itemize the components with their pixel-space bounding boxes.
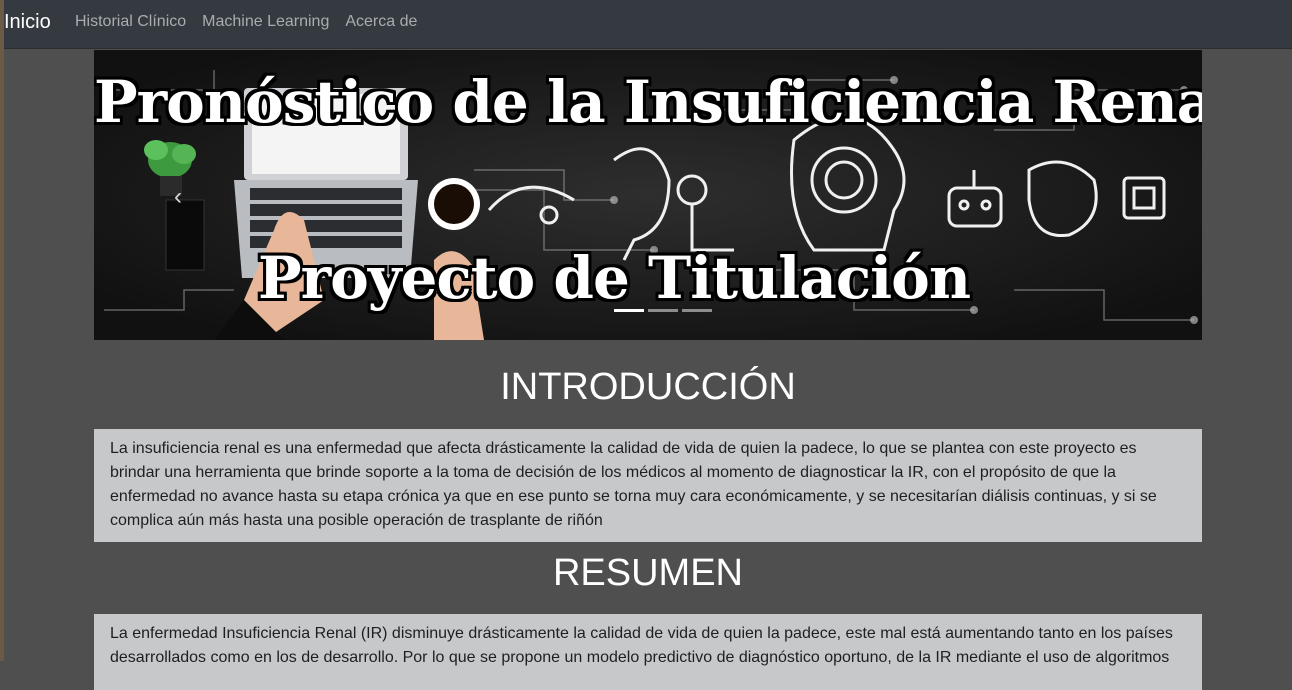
nav-links: Historial Clínico Machine Learning Acerc… xyxy=(75,13,417,31)
window-edge xyxy=(0,0,4,661)
summary-heading: RESUMEN xyxy=(552,552,744,594)
summary-text: La enfermedad Insuficiencia Renal (IR) d… xyxy=(94,614,1202,690)
carousel-indicator-2[interactable] xyxy=(648,309,678,312)
banner-title: Pronóstico de la Insuficiencia Renal xyxy=(94,68,1202,136)
top-navbar: Inicio Historial Clínico Machine Learnin… xyxy=(4,0,1292,48)
carousel-indicators xyxy=(614,309,712,312)
nav-link-acerca-de[interactable]: Acerca de xyxy=(345,13,417,31)
introduction-heading: INTRODUCCIÓN xyxy=(500,366,796,408)
brand-home-link[interactable]: Inicio xyxy=(4,11,51,34)
banner-carousel: Pronóstico de la Insuficiencia Renal Pro… xyxy=(94,50,1202,340)
nav-link-historial-clinico[interactable]: Historial Clínico xyxy=(75,13,186,31)
nav-link-machine-learning[interactable]: Machine Learning xyxy=(202,13,329,31)
carousel-indicator-1[interactable] xyxy=(614,309,644,312)
chevron-left-icon[interactable]: ‹ xyxy=(168,182,188,212)
coffee-cup-illustration xyxy=(428,178,480,230)
banner-subtitle: Proyecto de Titulación xyxy=(257,244,971,312)
introduction-text: La insuficiencia renal es una enfermedad… xyxy=(94,429,1202,542)
carousel-indicator-3[interactable] xyxy=(682,309,712,312)
